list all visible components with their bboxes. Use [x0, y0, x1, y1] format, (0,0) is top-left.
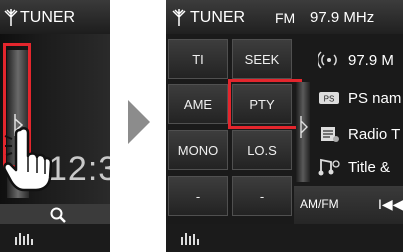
- antenna-icon: [4, 9, 18, 26]
- band-mode-button[interactable]: AM/FM: [300, 197, 339, 211]
- clock: 12:3: [48, 150, 110, 188]
- pty-highlight-frame: [228, 79, 302, 129]
- svg-text:PS: PS: [324, 95, 335, 104]
- pointing-hand-icon: [3, 127, 52, 192]
- footer-bar: [166, 224, 403, 252]
- info-row-title: Title &: [312, 150, 403, 184]
- info-row-frequency: 97.9 M: [312, 43, 403, 77]
- band-label: FM: [275, 10, 296, 26]
- control-bar: AM/FM I◀◀: [294, 186, 403, 224]
- mono-button[interactable]: MONO: [168, 130, 228, 170]
- footer-bar: [0, 224, 110, 252]
- panel-handle[interactable]: [296, 82, 310, 182]
- blank-button-1[interactable]: -: [168, 176, 228, 216]
- equalizer-icon[interactable]: [180, 231, 202, 245]
- equalizer-icon[interactable]: [14, 231, 36, 245]
- title-icon: [318, 158, 340, 176]
- frequency-label: 97.9 MHz: [310, 9, 375, 26]
- broadcast-icon: [318, 51, 337, 69]
- blank-button-2[interactable]: -: [232, 176, 292, 216]
- ps-icon: PS: [319, 92, 339, 104]
- search-bar[interactable]: [0, 204, 110, 224]
- radio-text-icon: [321, 127, 339, 142]
- info-radio-text: Radio T: [348, 125, 401, 143]
- seek-button[interactable]: SEEK: [232, 39, 292, 79]
- info-title-text: Title &: [348, 158, 390, 176]
- drag-handle-icon: [300, 116, 308, 138]
- info-row-ps: PS PS nam: [312, 81, 403, 115]
- los-button[interactable]: LO.S: [232, 130, 292, 170]
- info-row-radio-text: Radio T: [312, 117, 403, 151]
- next-step-arrow-icon: [128, 100, 150, 144]
- header-bar: TUNER: [0, 0, 110, 34]
- info-ps-text: PS nam: [348, 89, 402, 107]
- ame-button[interactable]: AME: [168, 84, 228, 124]
- ti-button[interactable]: TI: [168, 39, 228, 79]
- search-icon[interactable]: [50, 207, 66, 223]
- screen-title: TUNER: [190, 9, 246, 26]
- header-bar: TUNER FM 97.9 MHz: [166, 0, 403, 34]
- info-frequency-text: 97.9 M: [348, 51, 394, 69]
- screen-title: TUNER: [20, 9, 76, 26]
- left-tuner-screen: TUNER 12:3: [0, 0, 110, 252]
- previous-button[interactable]: I◀◀: [378, 196, 403, 213]
- right-tuner-screen: TUNER FM 97.9 MHz TI SEEK AME PTY MONO L…: [166, 0, 403, 252]
- antenna-icon: [172, 9, 186, 26]
